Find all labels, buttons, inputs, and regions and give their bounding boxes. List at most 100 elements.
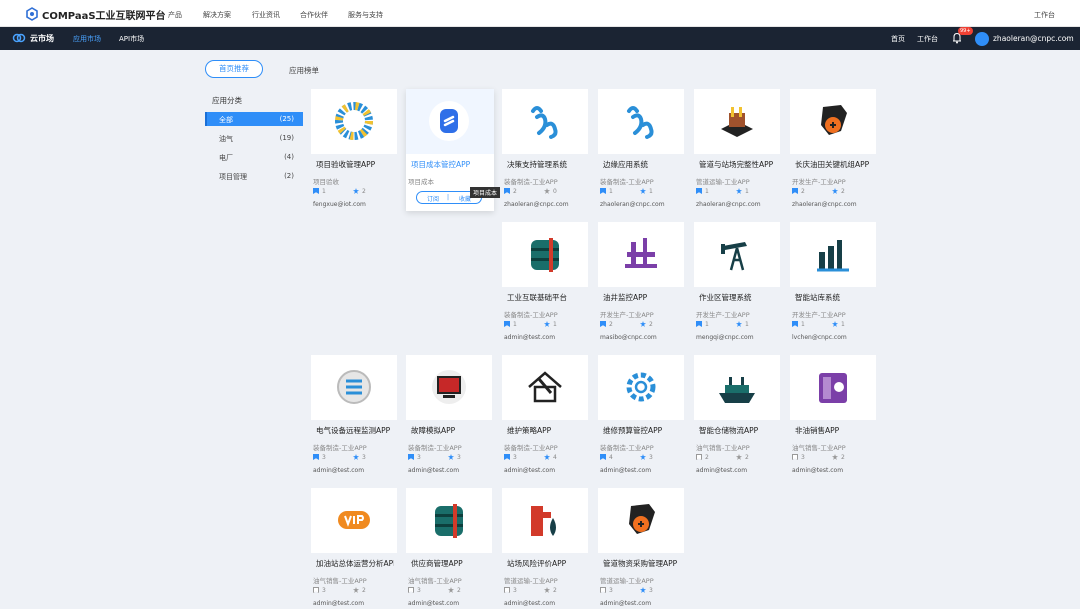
star-value: 3 — [362, 454, 366, 461]
bookmark-icon — [600, 321, 606, 327]
app-card[interactable]: 加油站总体运营分析APP 油气销售-工业APP 3 2 admin@test.com — [311, 488, 397, 609]
bookmark-icon — [313, 587, 319, 593]
bookmark-value: 1 — [801, 321, 805, 328]
bookmark-value: 2 — [513, 188, 517, 195]
bookmark-value: 3 — [513, 587, 517, 594]
category-project[interactable]: 项目管理 (2) — [207, 169, 303, 183]
app-card[interactable]: 工业互联基础平台 装备制造-工业APP 1 1 admin@test.com — [502, 222, 588, 343]
gear-icon — [626, 372, 656, 402]
app-category: 装备制造-工业APP — [600, 178, 654, 186]
menu-support[interactable]: 服务与支持 — [348, 10, 383, 20]
app-s-icon — [429, 101, 469, 141]
app-card[interactable]: 项目验收管理APP 项目验收 1 2 fengxue@iot.com — [311, 89, 397, 210]
app-name: 智能站库系统 — [795, 293, 840, 302]
publisher-email: lvchen@cnpc.com — [792, 334, 847, 341]
app-category: 装备制造-工业APP — [504, 178, 558, 186]
app-name: 加油站总体运营分析APP — [316, 559, 394, 568]
category-all[interactable]: 全部 (25) — [207, 112, 303, 126]
bookmark-icon — [600, 454, 606, 460]
app-image — [694, 355, 780, 420]
menu-product[interactable]: 产品 — [168, 10, 182, 20]
star-icon — [832, 321, 838, 327]
app-category: 油气销售-工业APP — [408, 577, 462, 585]
bookmark-icon — [408, 587, 414, 593]
publisher-email: admin@test.com — [792, 467, 844, 474]
app-category: 开发生产-工业APP — [792, 311, 846, 319]
app-category: 开发生产-工业APP — [696, 311, 750, 319]
star-value: 1 — [841, 321, 845, 328]
app-card[interactable]: 非油销售APP 油气销售-工业APP 3 2 admin@test.com — [790, 355, 876, 476]
star-value: 2 — [841, 454, 845, 461]
star-value: 0 — [553, 188, 557, 195]
bookmark-icon — [600, 587, 606, 593]
app-category: 管道运输-工业APP — [696, 178, 750, 186]
category-count: (2) — [284, 172, 294, 180]
bookmark-count: 2 — [696, 454, 709, 461]
app-card[interactable]: 决策支持管理系统 装备制造-工业APP 2 0 zhaoleran@cnpc.com — [502, 89, 588, 210]
avatar[interactable] — [975, 32, 989, 46]
app-card[interactable]: 故障模拟APP 装备制造-工业APP 3 3 admin@test.com — [406, 355, 492, 476]
app-category: 项目成本 — [408, 178, 434, 186]
app-name: 站场风险评价APP — [507, 559, 567, 568]
publisher-email: admin@test.com — [313, 600, 365, 607]
bookmark-count: 2 — [600, 321, 613, 328]
workbench-link[interactable]: 工作台 — [1034, 10, 1055, 20]
star-count: 2 — [353, 188, 366, 195]
bookmark-count: 1 — [792, 321, 805, 328]
app-card[interactable]: 维修预算管控APP 装备制造-工业APP 4 3 admin@test.com — [598, 355, 684, 476]
publisher-email: zhaoleran@cnpc.com — [792, 201, 857, 208]
monitor-icon — [432, 370, 466, 404]
star-icon — [640, 454, 646, 460]
app-image — [694, 222, 780, 287]
home-link[interactable]: 首页 — [891, 34, 905, 44]
bookmark-icon — [696, 454, 702, 460]
bookmark-count: 3 — [408, 454, 421, 461]
logo-icon — [26, 7, 38, 21]
app-card[interactable]: 作业区管理系统 开发生产-工业APP 1 1 mengqi@cnpc.com — [694, 222, 780, 343]
app-card[interactable]: 供应商管理APP 油气销售-工业APP 3 2 admin@test.com — [406, 488, 492, 609]
star-count: 2 — [832, 188, 845, 195]
app-card[interactable]: 电气设备远程监测APP 装备制造-工业APP 3 3 admin@test.com — [311, 355, 397, 476]
star-value: 1 — [649, 188, 653, 195]
menu-partners[interactable]: 合作伙伴 — [300, 10, 328, 20]
bookmark-count: 1 — [313, 188, 326, 195]
app-card[interactable]: 边缘应用系统 装备制造-工业APP 1 1 zhaoleran@cnpc.com — [598, 89, 684, 210]
star-icon — [640, 188, 646, 194]
tab-recommend[interactable]: 首页推荐 — [205, 60, 263, 78]
bookmark-value: 3 — [801, 454, 805, 461]
category-oilgas[interactable]: 油气 (19) — [207, 131, 303, 145]
star-value: 2 — [457, 587, 461, 594]
menu-news[interactable]: 行业资讯 — [252, 10, 280, 20]
tab-app-market[interactable]: 应用市场 — [73, 34, 101, 44]
app-card[interactable]: 站场风险评价APP 管道运输-工业APP 3 2 admin@test.com — [502, 488, 588, 609]
category-power[interactable]: 电厂 (4) — [207, 150, 303, 164]
user-email[interactable]: zhaoleran@cnpc.com — [993, 34, 1074, 43]
app-card[interactable]: 智能站库系统 开发生产-工业APP 1 1 lvchen@cnpc.com — [790, 222, 876, 343]
workbench-nav-link[interactable]: 工作台 — [917, 34, 938, 44]
app-image — [790, 89, 876, 154]
tab-api-market[interactable]: API市场 — [119, 34, 144, 44]
app-image — [502, 488, 588, 553]
tab-rank[interactable]: 应用榜单 — [289, 65, 319, 76]
subscribe-button[interactable]: 订阅 — [427, 194, 439, 203]
star-count: 4 — [544, 454, 557, 461]
menu-solutions[interactable]: 解决方案 — [203, 10, 231, 20]
app-card[interactable]: 智能仓储物流APP 油气销售-工业APP 2 2 admin@test.com — [694, 355, 780, 476]
swirl-icon — [627, 106, 654, 139]
app-card[interactable]: 油井监控APP 开发生产-工业APP 2 2 masibo@cnpc.com — [598, 222, 684, 343]
app-card[interactable]: 管道物资采购管理APP 管道运输-工业APP 3 3 admin@test.com — [598, 488, 684, 609]
bookmark-count: 3 — [504, 454, 517, 461]
star-icon — [736, 188, 742, 194]
app-card[interactable]: 长庆油田关键机组APP 开发生产-工业APP 2 2 zhaoleran@cnpc.co… — [790, 89, 876, 210]
app-name: 项目成本管控APP — [411, 160, 471, 169]
app-image — [502, 222, 588, 287]
app-card[interactable]: 维护策略APP 装备制造-工业APP 3 4 admin@test.com — [502, 355, 588, 476]
category-title: 应用分类 — [212, 96, 242, 105]
chevron-down-icon[interactable]: ⌄ — [1064, 34, 1069, 41]
bookmark-value: 2 — [609, 321, 613, 328]
star-value: 3 — [649, 454, 653, 461]
star-icon — [832, 188, 838, 194]
bookmark-count: 1 — [696, 321, 709, 328]
app-card[interactable]: 管道与站场完整性APP 管道运输-工业APP 1 1 zhaoleran@cnpc.co… — [694, 89, 780, 210]
category-label: 项目管理 — [219, 173, 247, 181]
